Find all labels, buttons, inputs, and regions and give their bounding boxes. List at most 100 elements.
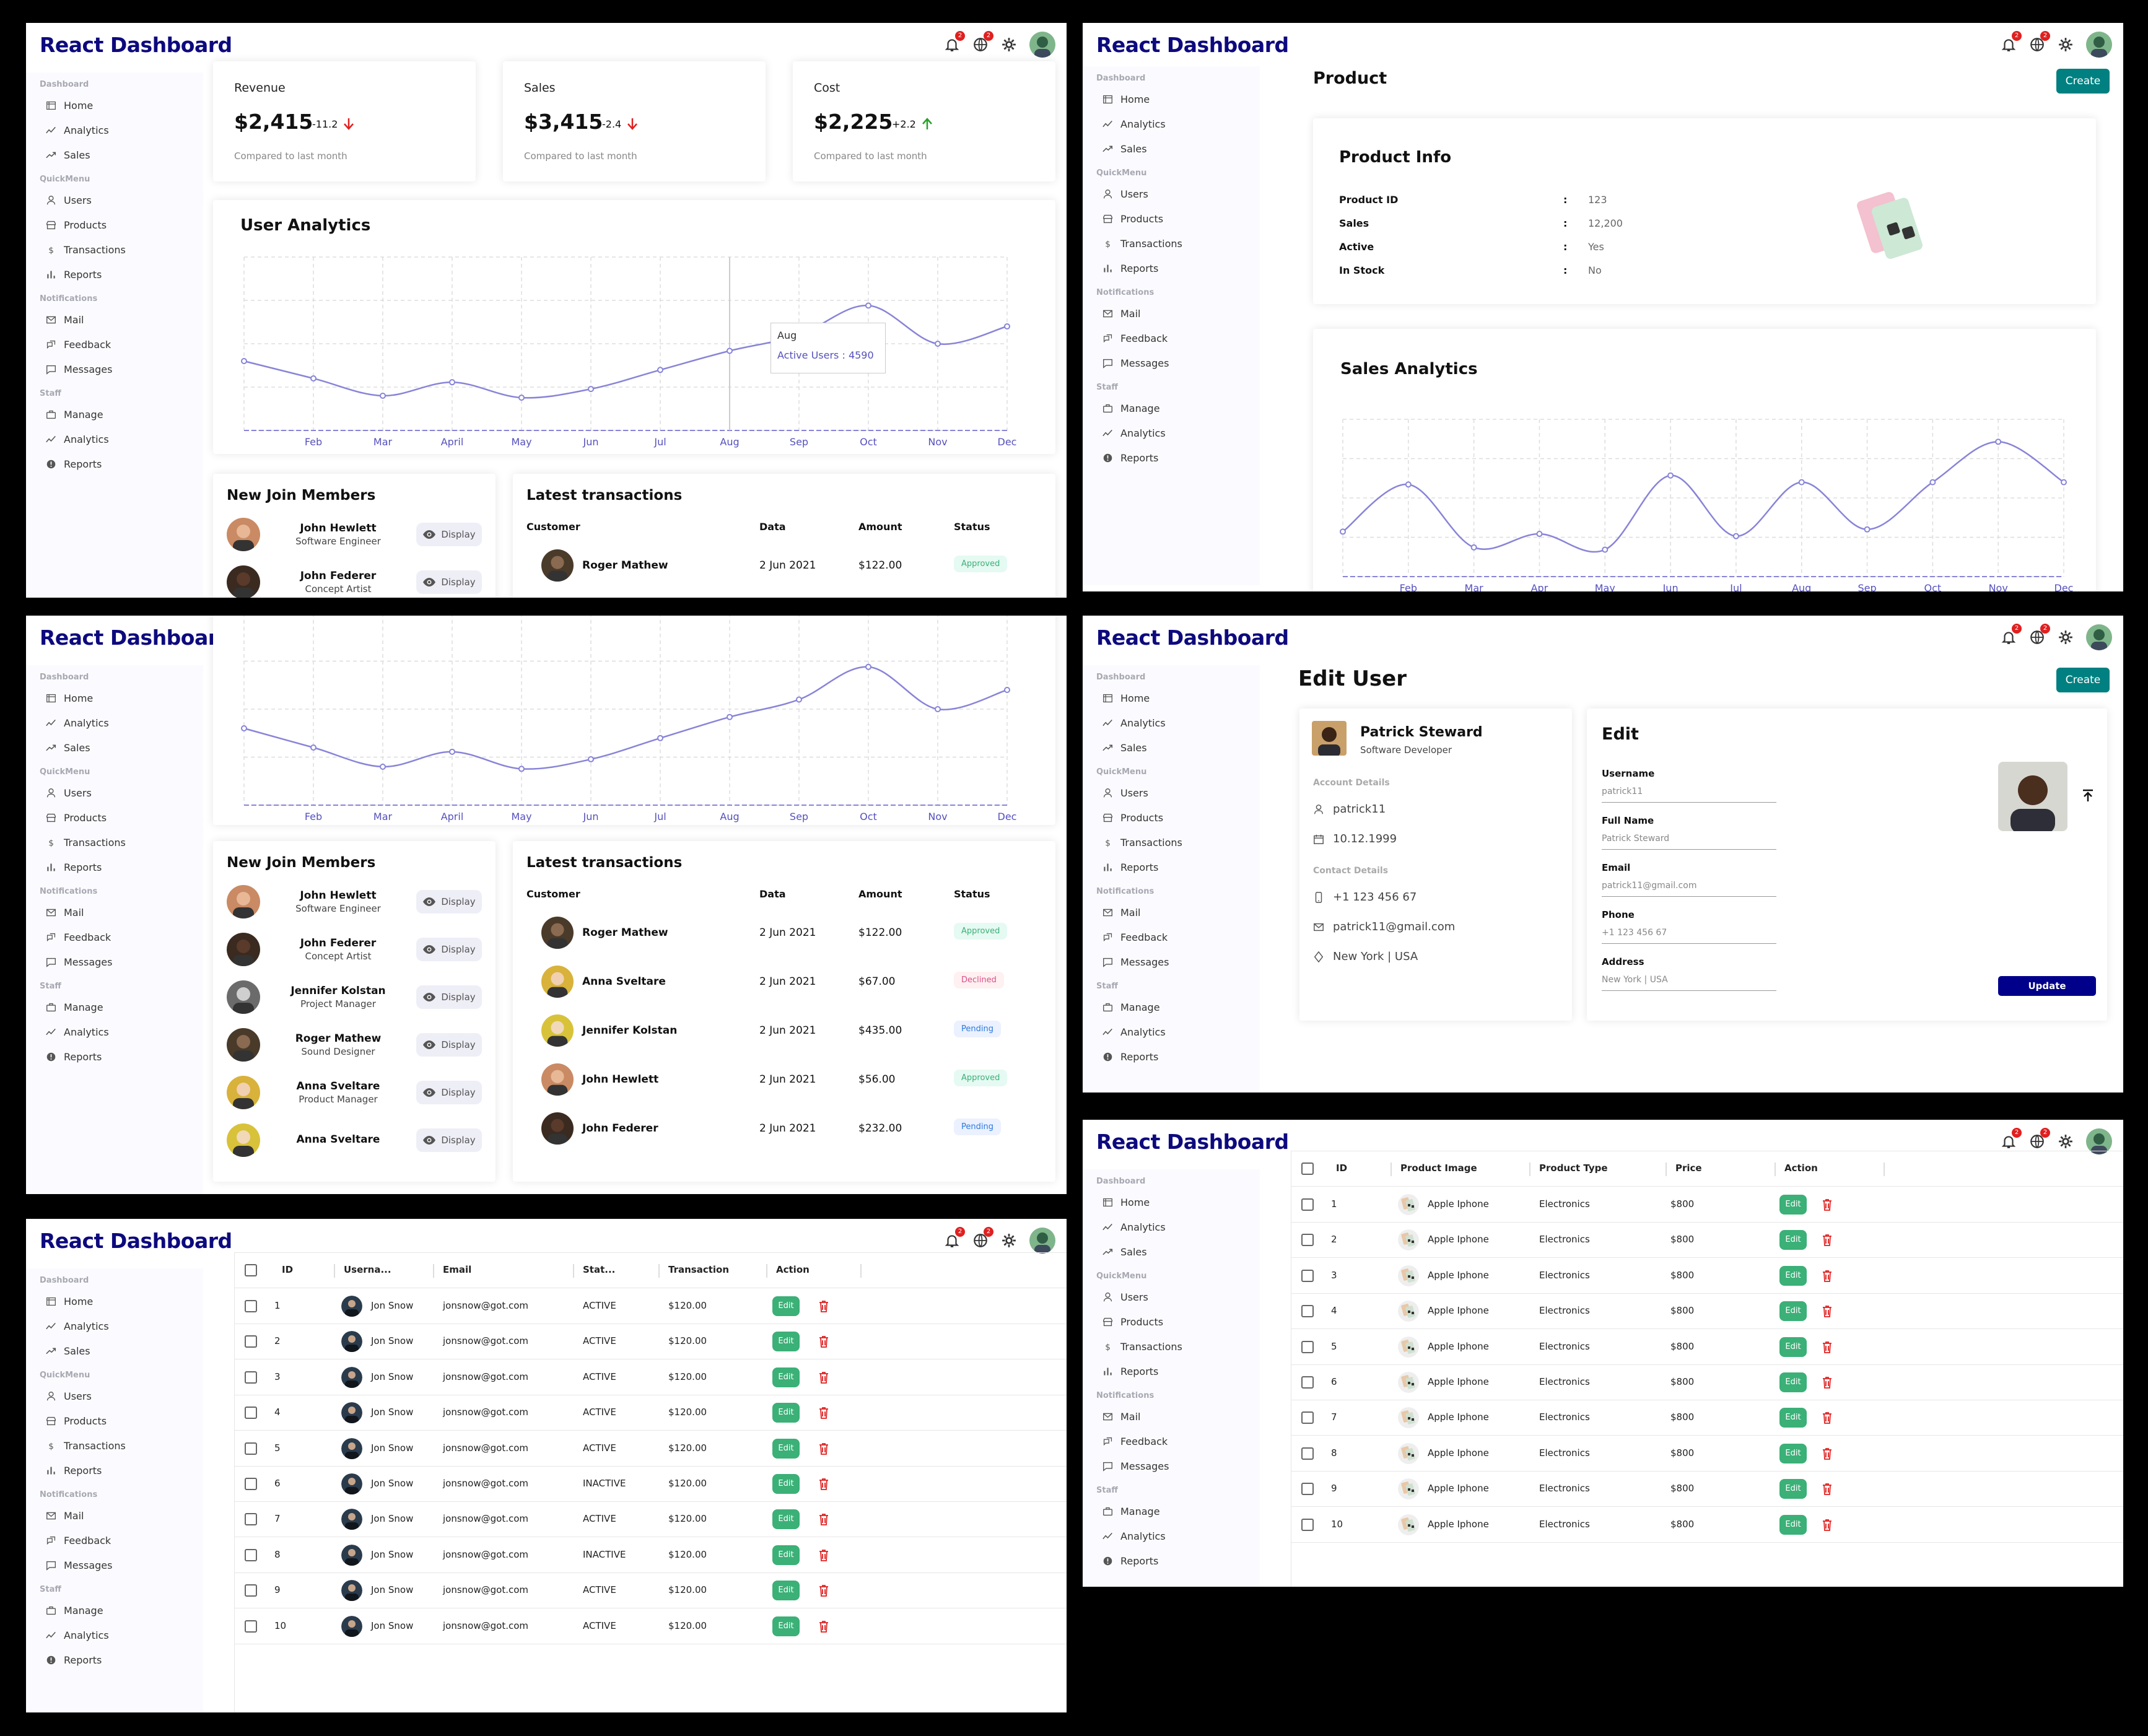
sidebar-item-home[interactable]: Home [1096,686,1260,710]
sidebar-item-reports[interactable]: Reports [40,451,203,476]
sidebar-item-analytics[interactable]: Analytics [1096,1215,1260,1239]
update-button[interactable]: Update [1998,976,2096,996]
table-row[interactable]: 8 Apple Iphone Electronics $800 Edit [1291,1436,2123,1472]
address-input[interactable]: New York | USA [1602,967,1776,991]
edit-button[interactable]: Edit [772,1474,800,1494]
sidebar-item-messages[interactable]: Messages [1096,351,1260,375]
table-row[interactable]: 6 Jon Snow jonsnow@got.com INACTIVE $120.00 E… [235,1467,1067,1502]
row-checkbox[interactable] [245,1407,257,1420]
sidebar-item-sales[interactable]: Sales [1096,1239,1260,1264]
edit-button[interactable]: Edit [1779,1195,1807,1215]
display-button[interactable]: Display [416,985,482,1009]
avatar[interactable] [1029,32,1055,58]
edit-button[interactable]: Edit [1779,1337,1807,1357]
language-button[interactable]: 2 [2029,31,2050,53]
edit-button[interactable]: Edit [772,1545,800,1565]
row-checkbox[interactable] [1301,1518,1314,1531]
sidebar-item-manage[interactable]: Manage [1096,396,1260,421]
data-point[interactable] [241,358,247,364]
table-row[interactable]: 2 Jon Snow jonsnow@got.com ACTIVE $120.00 Edi… [235,1324,1067,1360]
display-button[interactable]: Display [416,1081,482,1104]
notifications-button[interactable]: 2 [2001,1128,2022,1149]
data-point[interactable] [518,395,525,401]
delete-icon[interactable] [818,1584,829,1597]
data-point[interactable] [449,379,455,386]
delete-icon[interactable] [1822,1270,1833,1282]
sidebar-item-reports[interactable]: Reports [40,1458,203,1483]
sidebar-item-analytics[interactable]: Analytics [40,710,203,735]
sidebar-item-analytics[interactable]: Analytics [40,427,203,451]
row-checkbox[interactable] [1301,1269,1314,1282]
sidebar-item-users[interactable]: Users [40,188,203,212]
data-point[interactable] [1340,528,1346,535]
row-checkbox[interactable] [245,1300,257,1312]
settings-button[interactable] [1001,1232,1017,1249]
sidebar-item-reports[interactable]: Reports [40,262,203,287]
upload-icon[interactable] [2081,789,2095,804]
sidebar-item-feedback[interactable]: Feedback [1096,326,1260,351]
column-header[interactable]: Product Image [1400,1162,1477,1174]
table-row[interactable]: 8 Jon Snow jonsnow@got.com INACTIVE $120.00 E… [235,1538,1067,1573]
sidebar-item-messages[interactable]: Messages [1096,949,1260,974]
delete-icon[interactable] [1822,1483,1833,1496]
sidebar-item-users[interactable]: Users [40,1384,203,1408]
delete-icon[interactable] [1822,1519,1833,1531]
edit-button[interactable]: Edit [1779,1265,1807,1286]
status-badge[interactable]: Approved [954,556,1008,572]
data-point[interactable] [1732,533,1739,539]
row-checkbox[interactable] [245,1442,257,1455]
sidebar-item-users[interactable]: Users [1096,1285,1260,1309]
data-point[interactable] [865,302,871,309]
sidebar-item-messages[interactable]: Messages [40,949,203,974]
sidebar-item-reports[interactable]: Reports [40,1647,203,1672]
sidebar-item-users[interactable]: Users [1096,181,1260,206]
sidebar-item-manage[interactable]: Manage [40,995,203,1019]
row-checkbox[interactable] [245,1584,257,1597]
sidebar-item-transactions[interactable]: $ Transactions [40,237,203,262]
data-point[interactable] [1864,526,1871,533]
column-separator[interactable] [1775,1162,1776,1176]
delete-icon[interactable] [818,1620,829,1633]
sidebar-item-reports[interactable]: Reports [1096,445,1260,470]
edit-button[interactable]: Edit [772,1367,800,1387]
column-header[interactable]: Email [443,1264,471,1275]
language-button[interactable]: 2 [2029,624,2050,645]
avatar[interactable] [2086,624,2112,650]
sidebar-item-reports[interactable]: Reports [1096,256,1260,281]
sidebar-item-feedback[interactable]: Feedback [1096,1429,1260,1454]
sidebar-item-reports[interactable]: Reports [1096,855,1260,879]
sidebar-item-sales[interactable]: Sales [40,142,203,167]
table-row[interactable]: 9 Apple Iphone Electronics $800 Edit [1291,1472,2123,1507]
table-row[interactable]: 9 Jon Snow jonsnow@got.com ACTIVE $120.00 Edi… [235,1573,1067,1609]
display-button[interactable]: Display [416,890,482,914]
data-point[interactable] [727,713,733,720]
edit-button[interactable]: Edit [1779,1443,1807,1463]
delete-icon[interactable] [1822,1341,1833,1353]
sidebar-item-messages[interactable]: Messages [1096,1454,1260,1478]
phone-input[interactable]: +1 123 456 67 [1602,920,1776,944]
sidebar-item-home[interactable]: Home [1096,87,1260,111]
data-point[interactable] [518,765,525,772]
delete-icon[interactable] [1822,1198,1833,1211]
edit-button[interactable]: Edit [772,1581,800,1601]
column-header[interactable]: ID [282,1264,293,1275]
data-point[interactable] [1470,544,1477,551]
sidebar-item-analytics[interactable]: Analytics [40,1623,203,1647]
delete-icon[interactable] [818,1300,829,1312]
data-point[interactable] [1536,531,1543,538]
data-point[interactable] [1798,479,1805,486]
sidebar-item-mail[interactable]: Mail [1096,301,1260,326]
sidebar-item-manage[interactable]: Manage [40,402,203,427]
table-row[interactable]: 5 Jon Snow jonsnow@got.com ACTIVE $120.00 Edi… [235,1431,1067,1467]
edit-button[interactable]: Edit [772,1332,800,1352]
select-all-checkbox[interactable] [245,1264,257,1276]
sidebar-item-home[interactable]: Home [40,686,203,710]
create-button[interactable]: Create [2056,69,2110,94]
table-row[interactable]: 7 Apple Iphone Electronics $800 Edit [1291,1400,2123,1436]
delete-icon[interactable] [818,1371,829,1384]
column-header[interactable]: Action [776,1264,810,1275]
data-point[interactable] [657,735,663,741]
status-badge[interactable]: Pending [954,1021,1001,1037]
sidebar-item-reports[interactable]: Reports [40,855,203,879]
data-point[interactable] [1004,687,1010,693]
